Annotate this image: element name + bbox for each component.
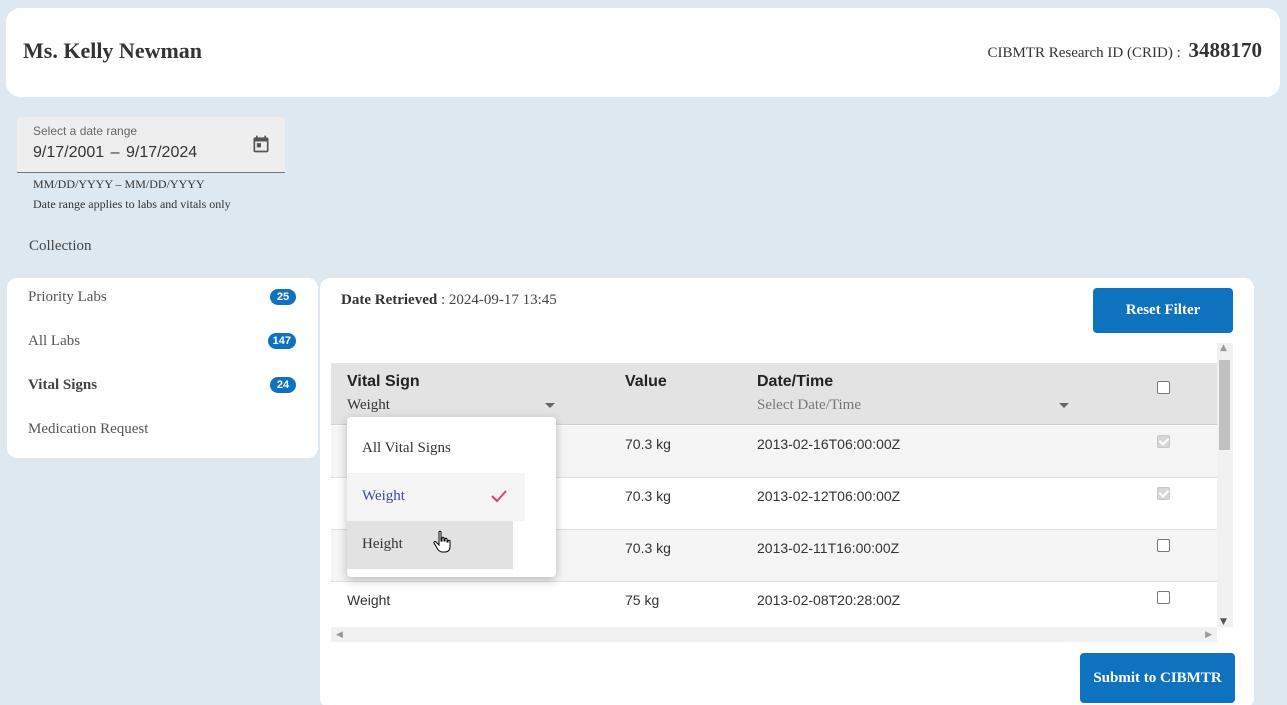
sidebar-item-label: All Labs (28, 333, 81, 349)
table-header: Vital Sign Weight Value Date/Time Select… (331, 363, 1217, 425)
submit-to-cibmtr-button[interactable]: Submit to CIBMTR (1080, 653, 1235, 703)
column-header-vital-sign[interactable]: Vital Sign (347, 373, 420, 391)
collection-heading: Collection (29, 238, 92, 254)
option-label: Weight (362, 488, 405, 504)
value-cell: 75 kg (625, 592, 660, 608)
datetime-cell: 2013-02-11T16:00:00Z (757, 540, 900, 556)
date-retrieved: Date Retrieved : 2024-09-17 13:45 (341, 292, 557, 309)
scroll-down-icon[interactable]: ▼ (1220, 617, 1227, 627)
datetime-cell: 2013-02-12T06:00:00Z (757, 488, 901, 504)
sidebar-item-medication-request[interactable]: Medication Request (7, 410, 318, 454)
count-badge: 25 (270, 289, 296, 305)
patient-header: Ms. Kelly Newman CIBMTR Research ID (CRI… (6, 8, 1280, 97)
crid-label: CIBMTR Research ID (CRID) : (987, 45, 1181, 61)
patient-name: Ms. Kelly Newman (23, 38, 203, 63)
crid-display: CIBMTR Research ID (CRID) : 3488170 (987, 38, 1262, 63)
calendar-icon[interactable] (251, 134, 271, 154)
datetime-cell: 2013-02-16T06:00:00Z (757, 436, 901, 452)
scroll-left-icon[interactable]: ◀ (336, 630, 343, 640)
date-retrieved-value: : 2024-09-17 13:45 (440, 292, 557, 308)
hand-pointer-cursor-icon (433, 530, 451, 553)
scroll-up-icon[interactable]: ▲ (1220, 343, 1227, 353)
datetime-cell: 2013-02-08T20:28:00Z (757, 592, 901, 608)
option-weight[interactable]: Weight (347, 473, 525, 521)
reset-filter-button[interactable]: Reset Filter (1093, 288, 1233, 333)
sidebar-item-priority-labs[interactable]: Priority Labs 25 (7, 278, 318, 322)
date-range-value[interactable]: 9/17/2001 – 9/17/2024 (33, 144, 197, 162)
datetime-filter[interactable]: Select Date/Time (757, 397, 861, 414)
dropdown-arrow-icon[interactable] (545, 403, 555, 408)
option-all-vital-signs[interactable]: All Vital Signs (347, 425, 556, 473)
vital-sign-dropdown-menu: All Vital Signs Weight Height (347, 417, 556, 577)
checkmark-icon (491, 490, 507, 503)
dropdown-arrow-icon[interactable] (1059, 403, 1069, 408)
date-range-field[interactable]: Select a date range 9/17/2001 – 9/17/202… (17, 117, 285, 173)
vital-sign-filter[interactable]: Weight (347, 397, 390, 414)
column-header-datetime[interactable]: Date/Time (757, 373, 833, 391)
vertical-scrollbar[interactable]: ▲ ▼ (1217, 343, 1233, 627)
date-range-label: Select a date range (33, 124, 138, 138)
crid-value: 3488170 (1188, 38, 1263, 62)
value-cell: 70.3 kg (625, 436, 671, 452)
scroll-right-icon[interactable]: ▶ (1205, 630, 1212, 640)
row-checkbox (1157, 487, 1170, 500)
option-height[interactable]: Height (347, 521, 513, 569)
collection-sidebar: Priority Labs 25 All Labs 147 Vital Sign… (7, 278, 318, 458)
sidebar-item-label: Medication Request (28, 421, 149, 437)
scrollbar-thumb[interactable] (1219, 360, 1230, 450)
value-cell: 70.3 kg (625, 540, 671, 556)
option-label: Height (362, 536, 403, 552)
date-format-hint: MM/DD/YYYY – MM/DD/YYYY (33, 177, 205, 191)
date-retrieved-label: Date Retrieved (341, 292, 438, 308)
sidebar-item-label: Vital Signs (28, 377, 98, 393)
date-range-note: Date range applies to labs and vitals on… (33, 197, 231, 211)
row-checkbox (1157, 435, 1170, 448)
column-header-value[interactable]: Value (625, 373, 667, 391)
sidebar-item-vital-signs[interactable]: Vital Signs 24 (7, 366, 318, 410)
value-cell: 70.3 kg (625, 488, 671, 504)
sidebar-item-label: Priority Labs (28, 289, 107, 305)
count-badge: 147 (267, 333, 296, 349)
table-row: Weight 75 kg 2013-02-08T20:28:00Z (331, 582, 1217, 627)
option-label: All Vital Signs (362, 440, 451, 456)
row-checkbox[interactable] (1157, 539, 1170, 552)
vital-cell: Weight (347, 592, 391, 608)
sidebar-item-all-labs[interactable]: All Labs 147 (7, 322, 318, 366)
row-checkbox[interactable] (1157, 591, 1170, 604)
horizontal-scrollbar[interactable]: ◀ ▶ (331, 627, 1217, 642)
count-badge: 24 (270, 377, 296, 393)
select-all-checkbox[interactable] (1157, 381, 1170, 394)
